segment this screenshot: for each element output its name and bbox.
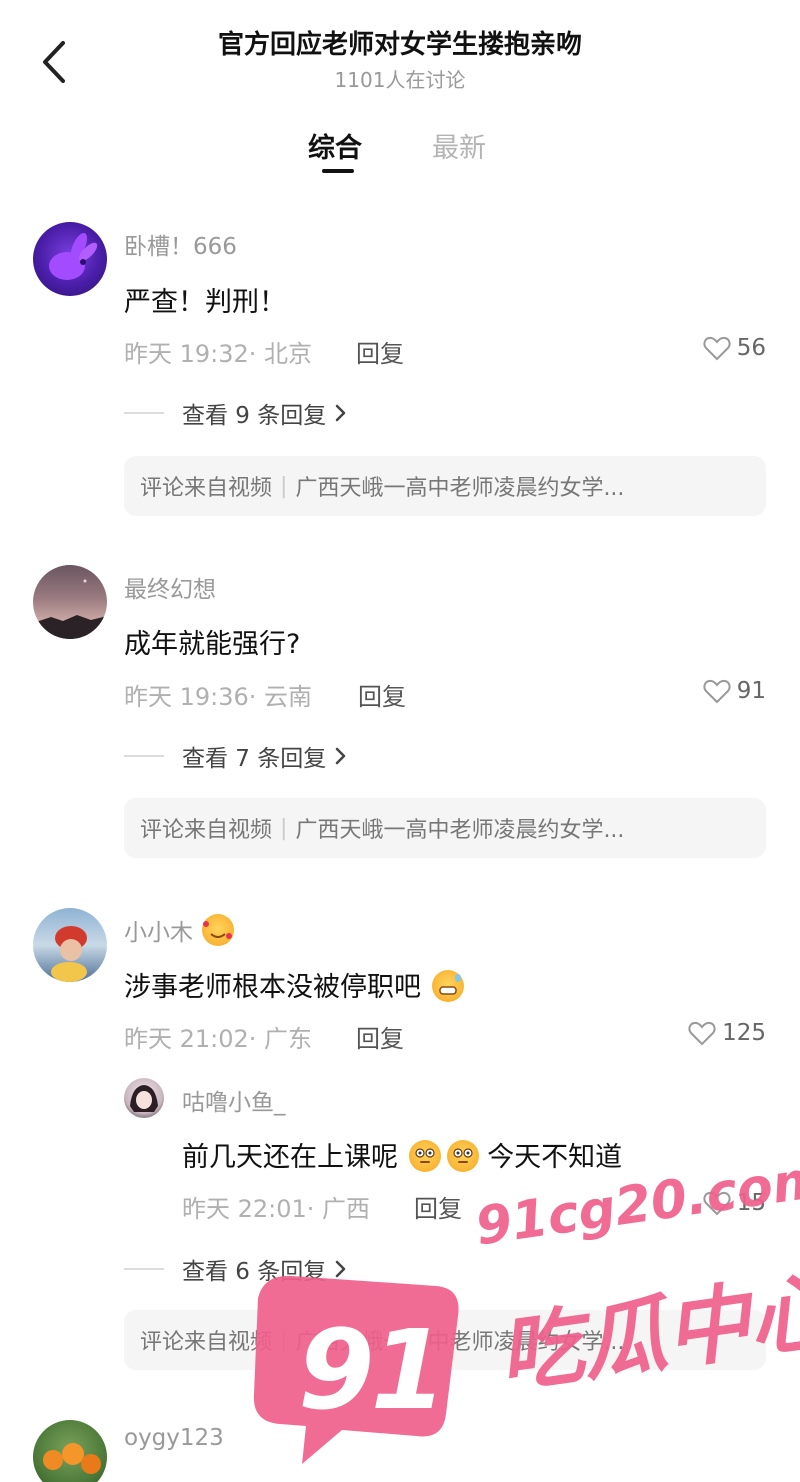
avatar[interactable]: [33, 908, 107, 982]
view-replies-label: 查看 6 条回复: [182, 1259, 327, 1285]
like-count: 15: [736, 1190, 766, 1216]
source-video-link[interactable]: 评论来自视频 | 广西天峨一高中老师凌晨约女学...: [124, 1310, 766, 1370]
comment-text: 成年就能强行?: [124, 629, 301, 660]
grinning-sweat-emoji-icon: [431, 970, 464, 1002]
discussion-count: 1101人在讨论: [334, 68, 466, 92]
like-button[interactable]: 125: [688, 1020, 766, 1046]
source-separator: |: [280, 815, 288, 841]
tab-overall[interactable]: 综合: [308, 126, 362, 165]
rabbit-avatar-icon: [49, 233, 98, 280]
chevron-right-icon: [336, 1260, 346, 1278]
source-title: 广西天峨一高中老师凌晨约女学...: [295, 476, 625, 501]
like-button[interactable]: 91: [703, 678, 766, 704]
view-replies-label: 查看 9 条回复: [182, 403, 327, 429]
reply-text-part1: 前几天还在上课呢: [182, 1142, 398, 1173]
avatar[interactable]: [33, 222, 107, 296]
comment-text: 严查！判刑！: [124, 287, 286, 318]
username-label: 小小木: [124, 920, 193, 946]
anime-girl-avatar-icon: [130, 1085, 158, 1112]
source-separator: |: [280, 1327, 288, 1353]
comment-time-location: 昨天 19:32· 北京: [124, 340, 313, 368]
username[interactable]: 卧槽！666: [124, 227, 237, 261]
heart-outline-icon: [703, 1191, 731, 1216]
reply-button[interactable]: 回复: [356, 334, 404, 369]
source-title: 广西天峨一高中老师凌晨约女学...: [295, 818, 625, 843]
view-replies-label: 查看 7 条回复: [182, 746, 327, 772]
view-replies-button[interactable]: 查看 6 条回复: [124, 1252, 350, 1286]
like-count: 56: [736, 335, 766, 361]
child-avatar-icon: [51, 926, 87, 982]
username[interactable]: 小小木: [124, 913, 235, 947]
reply-button[interactable]: 回复: [358, 677, 406, 712]
avatar[interactable]: [33, 565, 107, 639]
heart-outline-icon: [688, 1021, 716, 1046]
comment-text-label: 涉事老师根本没被停职吧: [124, 972, 421, 1003]
avatar[interactable]: [33, 1420, 107, 1482]
like-count: 91: [736, 678, 766, 704]
like-button[interactable]: 56: [703, 335, 766, 361]
source-prefix: 评论来自视频: [140, 818, 273, 843]
sunset-avatar-icon: [33, 579, 107, 639]
like-count: 125: [722, 1020, 766, 1046]
divider: [124, 755, 164, 757]
comment-time-location: 昨天 21:02· 广东: [124, 1025, 313, 1053]
heart-outline-icon: [703, 679, 731, 704]
reply-avatar[interactable]: [124, 1078, 164, 1118]
reply-time-location: 昨天 22:01· 广西: [182, 1195, 371, 1223]
smiling-hearts-emoji-icon: [202, 914, 235, 946]
heart-outline-icon: [703, 336, 731, 361]
page-title: 官方回应老师对女学生搂抱亲吻: [217, 30, 582, 60]
source-prefix: 评论来自视频: [140, 1330, 273, 1355]
comment-text: 涉事老师根本没被停职吧: [124, 965, 464, 1004]
flushed-face-emoji-icon: [408, 1140, 441, 1172]
flushed-face-emoji-icon: [446, 1140, 479, 1172]
reply-button[interactable]: 回复: [356, 1019, 404, 1054]
view-replies-button[interactable]: 查看 7 条回复: [124, 739, 350, 773]
source-video-link[interactable]: 评论来自视频 | 广西天峨一高中老师凌晨约女学...: [124, 456, 766, 516]
tab-latest[interactable]: 最新: [432, 126, 486, 165]
reply-text: 前几天还在上课呢 今天不知道: [182, 1135, 622, 1174]
oranges-avatar-icon: [43, 1443, 101, 1474]
chevron-right-icon: [336, 404, 346, 422]
divider: [124, 412, 164, 414]
divider: [124, 1268, 164, 1270]
reply-text-part2: 今天不知道: [487, 1142, 623, 1173]
active-tab-indicator: [322, 169, 354, 173]
chevron-right-icon: [336, 747, 346, 765]
comment-time-location: 昨天 19:36· 云南: [124, 683, 313, 711]
tab-bar: 综合 最新: [0, 126, 800, 186]
username[interactable]: 最终幻想: [124, 570, 216, 604]
view-replies-button[interactable]: 查看 9 条回复: [124, 396, 350, 430]
source-title: 广西天峨一高中老师凌晨约女学...: [295, 1330, 625, 1355]
source-separator: |: [280, 473, 288, 499]
reply-button[interactable]: 回复: [414, 1189, 462, 1224]
top-bar: 官方回应老师对女学生搂抱亲吻 1101人在讨论: [0, 0, 800, 110]
username[interactable]: oygy123: [124, 1425, 224, 1451]
like-button[interactable]: 15: [703, 1190, 766, 1216]
reply-username[interactable]: 咕噜小鱼_: [182, 1083, 286, 1117]
source-video-link[interactable]: 评论来自视频 | 广西天峨一高中老师凌晨约女学...: [124, 798, 766, 858]
source-prefix: 评论来自视频: [140, 476, 273, 501]
